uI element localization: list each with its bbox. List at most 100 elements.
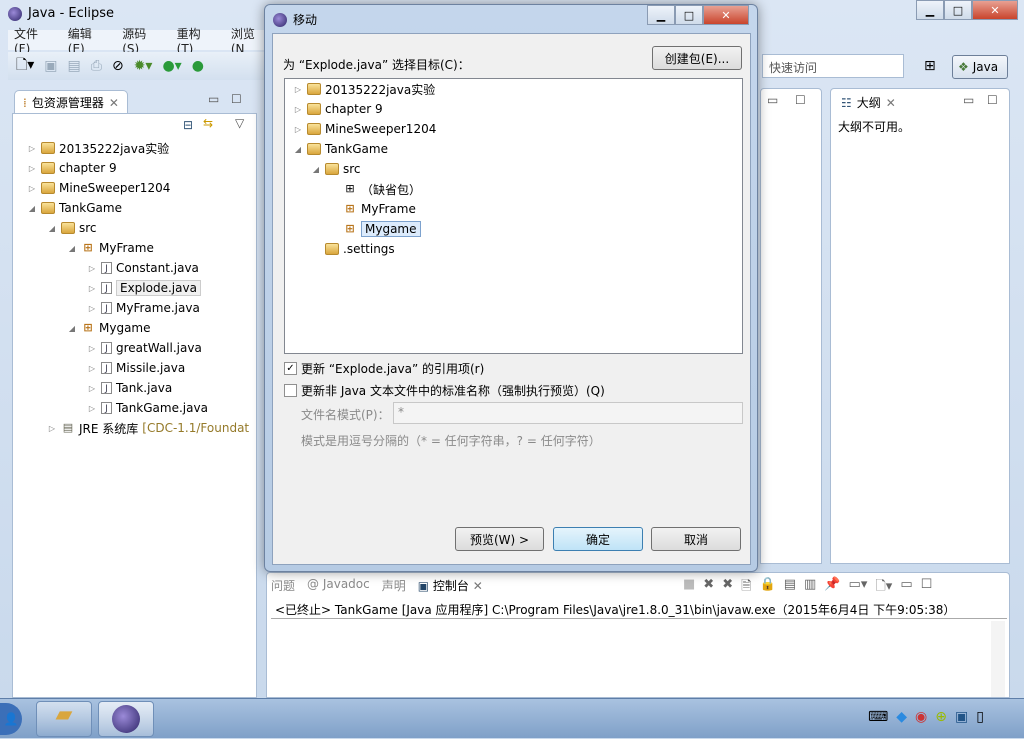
expand-arrow-icon[interactable]: ▷ (87, 284, 97, 293)
tab-declaration[interactable]: 声明 (382, 577, 406, 594)
tree-item[interactable]: ▷ chapter 9 (27, 158, 117, 178)
tree-item[interactable]: ⊞ MyFrame (329, 199, 415, 219)
tree-item[interactable]: ⊞ （缺省包） (329, 179, 421, 199)
maximize-button[interactable]: □ (675, 5, 703, 25)
minimize-view-icon[interactable]: ▭ (208, 92, 219, 106)
expand-arrow-icon[interactable]: ▷ (47, 424, 57, 433)
tree-item[interactable]: ▷ JgreatWall.java (87, 338, 202, 358)
expand-arrow-icon[interactable]: ◢ (27, 204, 37, 213)
tree-item[interactable]: ▷ J Constant.java (87, 258, 199, 278)
tree-item[interactable]: ▷ J MyFrame.java (87, 298, 200, 318)
file-pattern-input[interactable]: * (393, 402, 743, 424)
open-perspective-icon[interactable]: ⊞ (924, 58, 936, 74)
preview-button[interactable]: 预览(W) > (455, 527, 544, 551)
tray-app-icon[interactable]: ▣ (955, 709, 968, 725)
expand-arrow-icon[interactable]: ◢ (293, 145, 303, 154)
tree-item[interactable]: ◢ ⊞ MyFrame (67, 238, 154, 258)
show-stderr-icon[interactable]: ▥ (804, 577, 816, 599)
expand-arrow-icon[interactable]: ▷ (87, 304, 97, 313)
pin-console-icon[interactable]: 📌 (824, 577, 840, 599)
menu-refactor[interactable]: 重构(T) (177, 25, 217, 56)
tray-plus-icon[interactable]: ⊕ (935, 709, 947, 725)
save-icon[interactable]: ▣ (44, 58, 57, 74)
tray-app-icon[interactable]: ◉ (915, 709, 927, 725)
tree-item[interactable]: ◢ TankGame (27, 198, 122, 218)
tree-item[interactable]: .settings (311, 239, 395, 259)
tree-item[interactable]: ▷ J TankGame.java (87, 398, 208, 418)
maximize-view-icon[interactable]: ☐ (921, 577, 933, 599)
remove-all-icon[interactable]: ✖ (722, 577, 733, 599)
tree-item[interactable]: ◢ ⊞ Mygame (67, 318, 151, 338)
expand-arrow-icon[interactable]: ▷ (87, 384, 97, 393)
minimize-button[interactable]: ▁ (916, 0, 944, 20)
close-button[interactable]: ✕ (972, 0, 1018, 20)
minimize-view-icon[interactable]: ▭ (963, 93, 974, 107)
ok-button[interactable]: 确定 (553, 527, 643, 551)
tab-outline[interactable]: ☷ 大纲 ✕ (833, 91, 904, 114)
tree-item[interactable]: ▷ J Missile.java (87, 358, 185, 378)
collapse-all-icon[interactable]: ⊟ (183, 118, 193, 132)
console-scrollbar[interactable] (991, 621, 1005, 697)
maximize-button[interactable]: □ (944, 0, 972, 20)
minimize-button[interactable]: ▁ (647, 5, 675, 25)
link-editor-icon[interactable]: ⇆ (203, 116, 213, 130)
menu-file[interactable]: 文件(F) (14, 25, 54, 56)
minimize-view-icon[interactable]: ▭ (767, 93, 778, 107)
menu-navigate[interactable]: 浏览(N (231, 25, 268, 56)
java-perspective-button[interactable]: ❖ Java (952, 55, 1008, 79)
display-console-icon[interactable]: ▭▾ (849, 577, 868, 599)
update-references-option[interactable]: ✓ 更新 “Explode.java” 的引用项(r) (284, 360, 484, 377)
tab-package-explorer[interactable]: ⁞ 包资源管理器 ✕ (14, 90, 128, 114)
menu-source[interactable]: 源码(S) (122, 25, 162, 56)
tree-item[interactable]: ▷ J Explode.java (87, 278, 201, 298)
tree-item[interactable]: ⊞ Mygame (329, 219, 421, 239)
new-icon[interactable]: 🗋▾ (16, 54, 34, 78)
run-external-icon[interactable]: ● (192, 58, 204, 74)
tree-item[interactable]: ▷ MineSweeper1204 (293, 119, 436, 139)
quick-access-input[interactable]: 快速访问 (762, 54, 904, 78)
tree-item[interactable]: ▷ J Tank.java (87, 378, 172, 398)
create-package-button[interactable]: 创建包(E)... (652, 46, 742, 70)
keyboard-icon[interactable]: ⌨ (868, 709, 888, 725)
expand-arrow-icon[interactable]: ▷ (293, 85, 303, 94)
tab-problems[interactable]: 问题 (271, 577, 295, 594)
expand-arrow-icon[interactable]: ◢ (311, 165, 321, 174)
update-nonjava-option[interactable]: 更新非 Java 文本文件中的标准名称（强制执行预览）(Q) (284, 382, 605, 399)
print-icon[interactable]: ⎙ (91, 58, 102, 74)
tab-console[interactable]: ▣ 控制台 ✕ (418, 577, 483, 594)
expand-arrow-icon[interactable]: ▷ (87, 264, 97, 273)
update-nonjava-checkbox[interactable] (284, 384, 297, 397)
tray-usb-icon[interactable]: ▯ (976, 709, 984, 725)
expand-arrow-icon[interactable]: ▷ (87, 344, 97, 353)
close-tab-icon[interactable]: ✕ (886, 96, 896, 110)
expand-arrow-icon[interactable]: ▷ (87, 404, 97, 413)
update-references-checkbox[interactable]: ✓ (284, 362, 297, 375)
maximize-view-icon[interactable]: ☐ (987, 93, 998, 107)
tree-item[interactable]: ▷ chapter 9 (293, 99, 383, 119)
scroll-lock-icon[interactable]: 🔒 (760, 577, 776, 599)
tray-app-icon[interactable]: ◆ (896, 709, 907, 725)
expand-arrow-icon[interactable]: ◢ (67, 324, 77, 333)
tree-item[interactable]: ▷ MineSweeper1204 (27, 178, 170, 198)
expand-arrow-icon[interactable]: ◢ (67, 244, 77, 253)
open-console-icon[interactable]: 🗋▾ (875, 577, 892, 599)
tab-javadoc[interactable]: @ Javadoc (307, 577, 370, 594)
save-all-icon[interactable]: ▤ (68, 58, 81, 74)
expand-arrow-icon[interactable]: ▷ (27, 144, 37, 153)
taskbar-explorer[interactable]: ▰ (36, 701, 92, 737)
expand-arrow-icon[interactable]: ▷ (293, 105, 303, 114)
remove-launch-icon[interactable]: ✖ (703, 577, 714, 599)
taskbar-eclipse[interactable] (98, 701, 154, 737)
tree-item[interactable]: ▷ 20135222java实验 (293, 79, 435, 99)
start-button[interactable]: 👤 (0, 703, 22, 735)
view-menu-icon[interactable]: ▽ (235, 116, 244, 130)
clear-console-icon[interactable]: 🗎 (741, 577, 751, 599)
tree-item[interactable]: ◢ src (311, 159, 361, 179)
debug-icon[interactable]: ✹▾ (134, 58, 153, 74)
tree-item[interactable]: ◢ TankGame (293, 139, 388, 159)
cancel-button[interactable]: 取消 (651, 527, 741, 551)
tree-item[interactable]: ▷ 20135222java实验 (27, 138, 169, 158)
minimize-view-icon[interactable]: ▭ (900, 577, 912, 599)
tree-item[interactable]: ◢ src (47, 218, 97, 238)
close-button[interactable]: ✕ (703, 5, 749, 25)
